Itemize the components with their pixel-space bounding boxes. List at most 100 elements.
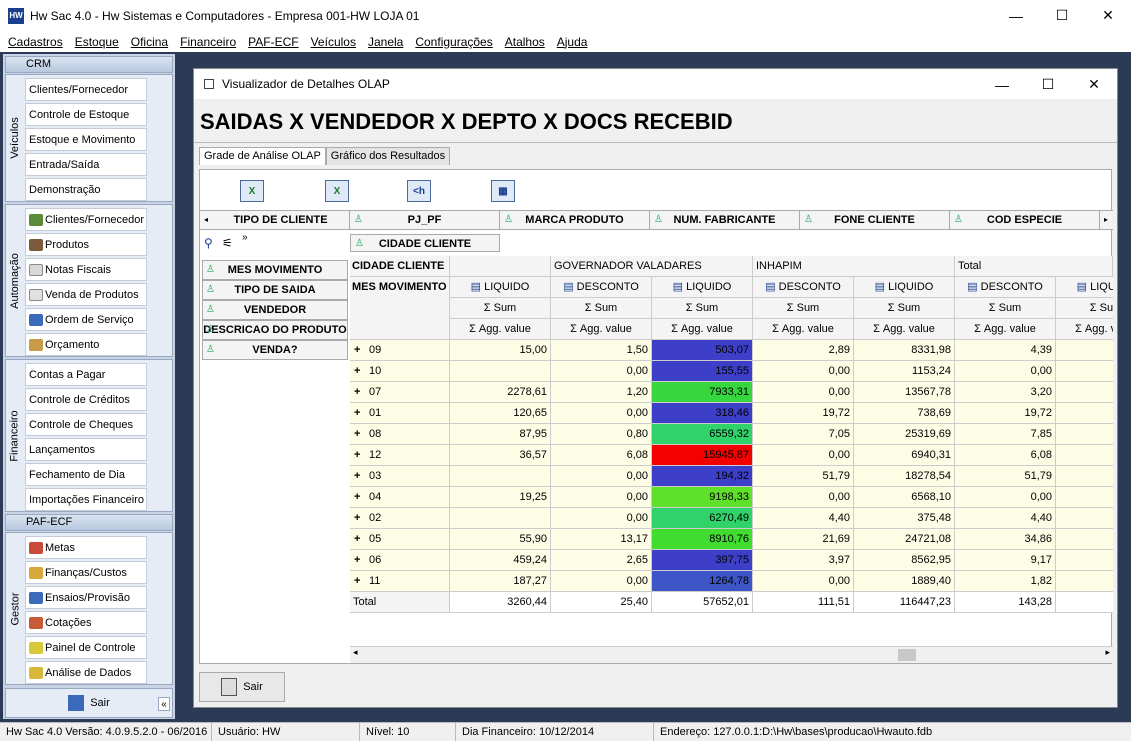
measure-header[interactable]: ▤ DESCONTO	[551, 277, 652, 298]
veiculos-demonstracao-button[interactable]: Demonstração	[25, 178, 147, 201]
data-cell[interactable]: 318,46	[652, 403, 753, 424]
data-cell[interactable]: 0,00	[753, 571, 854, 592]
data-cell[interactable]: 51,79	[955, 466, 1056, 487]
expand-row-icon[interactable]: +	[354, 340, 363, 360]
data-cell[interactable]: 7,85	[955, 424, 1056, 445]
scrollbar-thumb[interactable]	[898, 649, 916, 661]
data-cell[interactable]: 2	[1056, 445, 1113, 466]
data-cell[interactable]: 18278,54	[854, 466, 955, 487]
row-label[interactable]: +07	[350, 382, 450, 403]
row-field-mes[interactable]: ♙ MES MOVIMENTO	[202, 260, 348, 280]
filter-marca-produto[interactable]: ♙ MARCA PRODUTO	[500, 211, 650, 229]
section-crm[interactable]: CRM	[5, 56, 173, 73]
data-cell[interactable]: 19,72	[955, 403, 1056, 424]
data-cell[interactable]: 6568,10	[854, 487, 955, 508]
data-cell[interactable]: 194,32	[652, 466, 753, 487]
data-cell[interactable]: 0,00	[551, 466, 652, 487]
row-field-venda[interactable]: ♙ VENDA?	[202, 340, 348, 360]
filter-fone-cliente[interactable]: ♙ FONE CLIENTE	[800, 211, 950, 229]
section-paf-ecf[interactable]: PAF-ECF	[5, 514, 173, 531]
row-label[interactable]: +12	[350, 445, 450, 466]
print-preview-icon[interactable]: ▦	[491, 180, 515, 202]
financeiro-lancamentos-button[interactable]: Lançamentos	[25, 438, 147, 461]
collapse-sidebar-icon[interactable]: «	[158, 697, 170, 711]
row-label[interactable]: +01	[350, 403, 450, 424]
expand-row-icon[interactable]: +	[354, 361, 363, 381]
menu-cadastros[interactable]: Cadastros	[2, 35, 69, 49]
sidebar-exit-button[interactable]: Sair «	[5, 688, 173, 718]
data-cell[interactable]: 0,00	[551, 403, 652, 424]
maximize-button[interactable]: ☐	[1039, 0, 1085, 31]
data-cell[interactable]: 13,17	[551, 529, 652, 550]
data-cell[interactable]: 1153,24	[854, 361, 955, 382]
data-cell[interactable]	[1056, 550, 1113, 571]
row-label[interactable]: +03	[350, 466, 450, 487]
data-cell[interactable]: 187,27	[450, 571, 551, 592]
automacao-produtos-button[interactable]: Produtos	[25, 233, 147, 256]
menu-janela[interactable]: Janela	[362, 35, 409, 49]
data-cell[interactable]: 15,00	[450, 340, 551, 361]
data-cell[interactable]: 7,05	[753, 424, 854, 445]
filter-pj-pf[interactable]: ♙ PJ_PF	[350, 211, 500, 229]
financeiro-importacoes-button[interactable]: Importações Financeiro	[25, 488, 147, 511]
data-cell[interactable]	[450, 361, 551, 382]
data-cell[interactable]: 4,40	[753, 508, 854, 529]
data-cell[interactable]	[1056, 361, 1113, 382]
automacao-notas-button[interactable]: Notas Fiscais	[25, 258, 147, 281]
scroll-right-arrow-icon[interactable]: ▸	[1105, 647, 1110, 658]
data-cell[interactable]: 0,00	[551, 487, 652, 508]
veiculos-movimento-button[interactable]: Estoque e Movimento	[25, 128, 147, 151]
row-label[interactable]: +06	[350, 550, 450, 571]
row-label[interactable]: +05	[350, 529, 450, 550]
scroll-right-icon[interactable]: ▸	[1100, 211, 1112, 229]
data-cell[interactable]: 9198,33	[652, 487, 753, 508]
data-cell[interactable]: 0,00	[753, 382, 854, 403]
data-cell[interactable]: 36,57	[450, 445, 551, 466]
tab-grade-olap[interactable]: Grade de Análise OLAP	[199, 147, 326, 165]
row-label[interactable]: +04	[350, 487, 450, 508]
expand-row-icon[interactable]: +	[354, 382, 363, 402]
row-label[interactable]: +11	[350, 571, 450, 592]
data-cell[interactable]: 0,00	[551, 508, 652, 529]
financeiro-fechamento-button[interactable]: Fechamento de Dia	[25, 463, 147, 486]
data-cell[interactable]: 3,97	[753, 550, 854, 571]
menu-ajuda[interactable]: Ajuda	[551, 35, 594, 49]
menu-paf-ecf[interactable]: PAF-ECF	[242, 35, 304, 49]
data-cell[interactable]	[450, 466, 551, 487]
data-cell[interactable]: 9,17	[955, 550, 1056, 571]
olap-minimize-button[interactable]: —	[979, 69, 1025, 100]
data-cell[interactable]: 6559,32	[652, 424, 753, 445]
expand-row-icon[interactable]: +	[354, 508, 363, 528]
automacao-clientes-button[interactable]: Clientes/Fornecedor	[25, 208, 147, 231]
data-cell[interactable]: 0,00	[955, 361, 1056, 382]
export-excel-icon[interactable]: X	[240, 180, 264, 202]
automacao-venda-button[interactable]: Venda de Produtos	[25, 283, 147, 306]
row-label[interactable]: +02	[350, 508, 450, 529]
data-cell[interactable]: 120,65	[450, 403, 551, 424]
data-cell[interactable]: 25319,69	[854, 424, 955, 445]
data-cell[interactable]: 24721,08	[854, 529, 955, 550]
expand-icon[interactable]: »	[242, 232, 248, 243]
data-cell[interactable]: 1264,78	[652, 571, 753, 592]
row-label[interactable]: +09	[350, 340, 450, 361]
data-cell[interactable]	[450, 508, 551, 529]
data-cell[interactable]: 51,79	[753, 466, 854, 487]
gestor-analise-button[interactable]: Análise de Dados	[25, 661, 147, 684]
data-cell[interactable]	[1056, 571, 1113, 592]
data-cell[interactable]: 459,24	[450, 550, 551, 571]
data-cell[interactable]: 3	[1056, 529, 1113, 550]
data-cell[interactable]: 1889,40	[854, 571, 955, 592]
data-cell[interactable]: 375,48	[854, 508, 955, 529]
column-field-cidade[interactable]: ♙ CIDADE CLIENTE	[350, 234, 500, 252]
data-cell[interactable]: 6,08	[955, 445, 1056, 466]
data-cell[interactable]: 13567,78	[854, 382, 955, 403]
menu-financeiro[interactable]: Financeiro	[174, 35, 242, 49]
data-cell[interactable]: 6,08	[551, 445, 652, 466]
automacao-orcamento-button[interactable]: Orçamento	[25, 333, 147, 356]
horizontal-scrollbar[interactable]: ◂ ▸	[350, 646, 1113, 663]
data-cell[interactable]: 0,00	[551, 361, 652, 382]
gestor-financas-button[interactable]: Finanças/Custos	[25, 561, 147, 584]
filter-cod-especie[interactable]: ♙ COD ESPECIE	[950, 211, 1100, 229]
data-cell[interactable]: 34,86	[955, 529, 1056, 550]
data-cell[interactable]	[1056, 487, 1113, 508]
